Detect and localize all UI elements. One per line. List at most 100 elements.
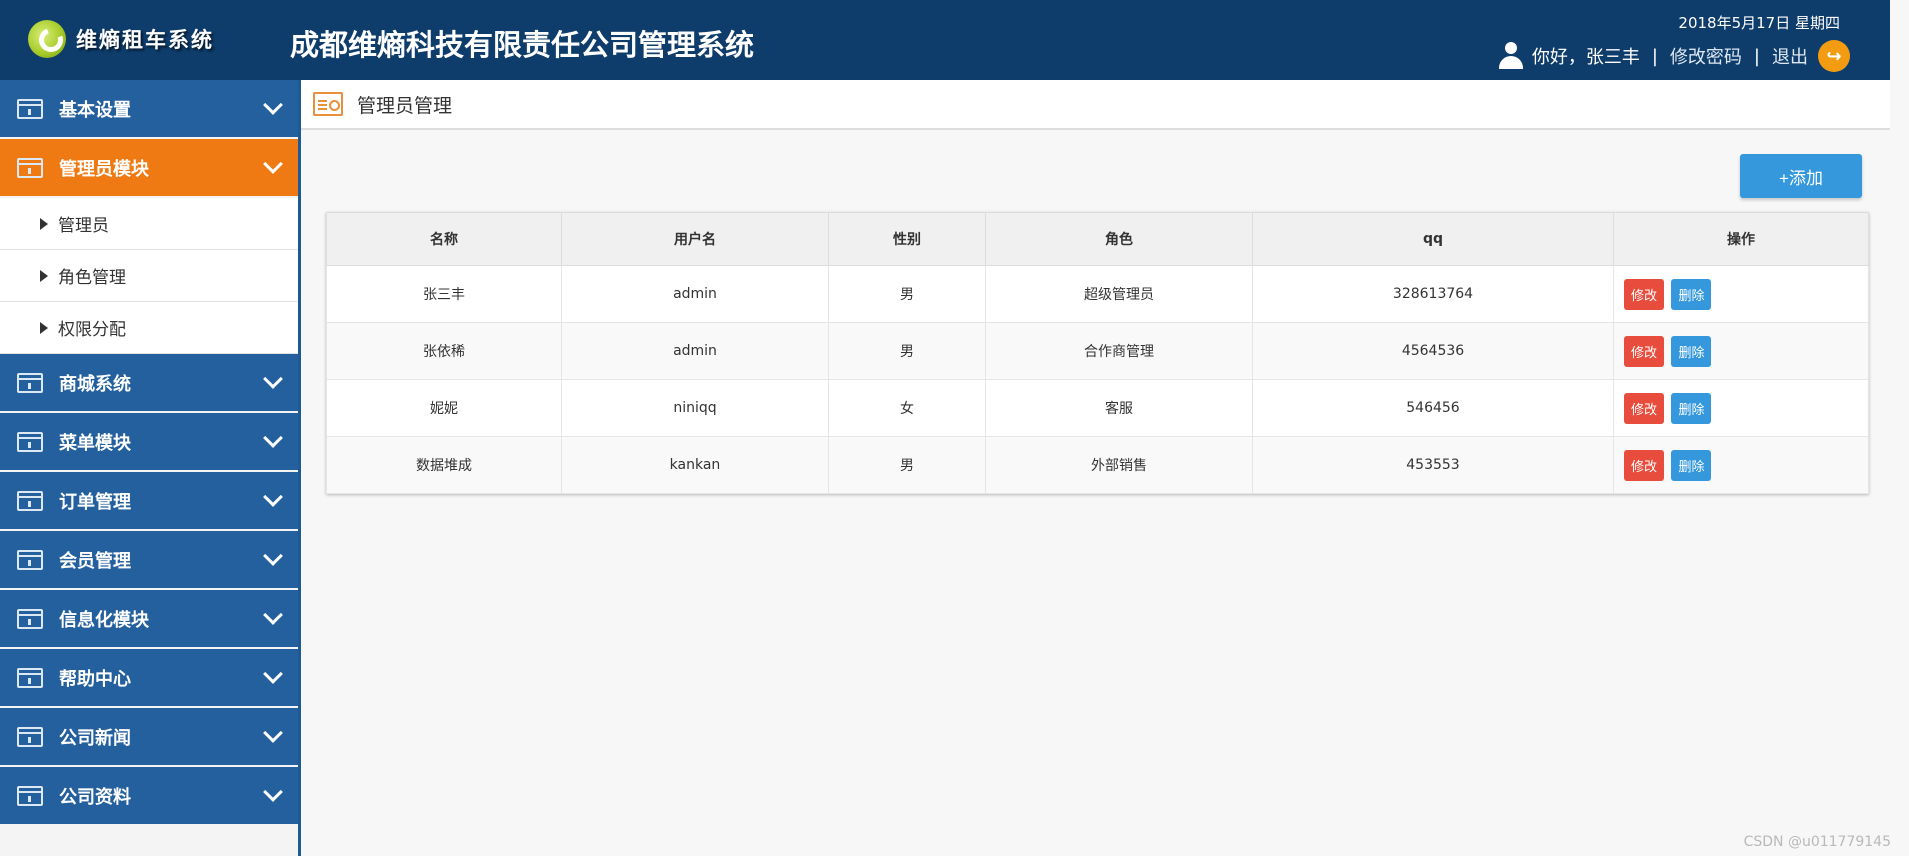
page-title: 管理员管理 xyxy=(357,94,453,117)
logout-icon[interactable]: ↪ xyxy=(1818,40,1850,72)
cell-name: 张依稀 xyxy=(326,322,562,380)
chevron-down-icon xyxy=(263,723,283,743)
menu-member-management[interactable]: 会员管理 xyxy=(0,531,298,588)
module-icon xyxy=(17,372,43,393)
edit-button[interactable]: 修改 xyxy=(1624,392,1665,424)
cell-name: 数据堆成 xyxy=(326,436,562,494)
logout-link[interactable]: 退出 xyxy=(1772,43,1808,69)
menu-menu-module[interactable]: 菜单模块 xyxy=(0,413,298,470)
column-header: 名称 xyxy=(326,212,562,266)
chevron-down-icon xyxy=(263,664,283,684)
manage-list-icon xyxy=(313,92,343,116)
menu-company-info[interactable]: 公司资料 xyxy=(0,767,298,824)
menu-label: 公司资料 xyxy=(59,786,131,808)
caret-right-icon xyxy=(40,321,48,334)
submenu-item-admin[interactable]: 管理员 xyxy=(0,198,298,250)
edit-button[interactable]: 修改 xyxy=(1624,335,1665,367)
module-icon xyxy=(17,667,43,688)
cell-role: 客服 xyxy=(985,379,1253,437)
logo: 维熵租车系统 xyxy=(28,20,214,58)
user-icon xyxy=(1498,42,1524,70)
module-icon xyxy=(17,431,43,452)
cell-gender: 女 xyxy=(828,379,986,437)
module-icon xyxy=(17,549,43,570)
menu-label: 会员管理 xyxy=(59,550,131,572)
cell-username: kankan xyxy=(561,436,829,494)
logo-text: 维熵租车系统 xyxy=(76,27,214,52)
edit-button[interactable]: 修改 xyxy=(1624,449,1665,481)
module-icon xyxy=(17,157,43,178)
chevron-down-icon xyxy=(263,154,283,174)
menu-label: 订单管理 xyxy=(59,491,131,513)
cell-qq: 328613764 xyxy=(1252,265,1614,323)
table-row: 妮妮 niniqq 女 客服 546456 修改 删除 xyxy=(326,379,1869,437)
delete-button[interactable]: 删除 xyxy=(1671,449,1712,481)
menu-label: 管理员模块 xyxy=(59,158,149,180)
module-icon xyxy=(17,726,43,747)
module-icon xyxy=(17,608,43,629)
cell-actions: 修改 删除 xyxy=(1613,265,1869,323)
add-button[interactable]: +添加 xyxy=(1740,154,1862,198)
menu-label: 帮助中心 xyxy=(59,668,131,690)
chevron-down-icon xyxy=(263,95,283,115)
admin-table: 名称 用户名 性别 角色 qq 操作 张三丰 admin 男 超级管理员 328… xyxy=(326,212,1869,494)
main-content: 管理员管理 +添加 名称 用户名 性别 角色 qq 操作 张三丰 admin 男… xyxy=(301,80,1890,856)
chevron-down-icon xyxy=(263,428,283,448)
cell-qq: 4564536 xyxy=(1252,322,1614,380)
cell-username: admin xyxy=(561,322,829,380)
chevron-down-icon xyxy=(263,487,283,507)
chevron-down-icon xyxy=(263,605,283,625)
delete-button[interactable]: 删除 xyxy=(1671,335,1712,367)
menu-basic-settings[interactable]: 基本设置 xyxy=(0,80,298,137)
separator: | xyxy=(1651,45,1658,67)
chevron-down-icon xyxy=(263,369,283,389)
logo-mark-icon xyxy=(28,20,66,58)
chevron-down-icon xyxy=(263,546,283,566)
current-date: 2018年5月17日 星期四 xyxy=(1678,14,1840,32)
submenu-item-permissions[interactable]: 权限分配 xyxy=(0,302,298,354)
watermark: CSDN @u011779145 xyxy=(1743,834,1891,850)
module-icon xyxy=(17,785,43,806)
chevron-down-icon xyxy=(263,782,283,802)
submenu-label: 角色管理 xyxy=(58,268,126,288)
system-title: 成都维熵科技有限责任公司管理系统 xyxy=(290,28,755,62)
submenu-label: 管理员 xyxy=(58,216,109,236)
menu-company-news[interactable]: 公司新闻 xyxy=(0,708,298,765)
user-greeting: 你好，张三丰 xyxy=(1531,47,1640,68)
submenu-label: 权限分配 xyxy=(58,320,126,340)
menu-order-management[interactable]: 订单管理 xyxy=(0,472,298,529)
module-icon xyxy=(17,98,43,119)
column-header: 角色 xyxy=(985,212,1253,266)
column-header: qq xyxy=(1252,212,1614,266)
cell-qq: 453553 xyxy=(1252,436,1614,494)
change-password-link[interactable]: 修改密码 xyxy=(1670,43,1742,69)
edit-button[interactable]: 修改 xyxy=(1624,278,1665,310)
sidebar: 基本设置 管理员模块 管理员 角色管理 权限分配 商城系统 菜单模块 订单管理 xyxy=(0,80,301,856)
module-icon xyxy=(17,490,43,511)
cell-name: 张三丰 xyxy=(326,265,562,323)
caret-right-icon xyxy=(40,269,48,282)
user-bar: 你好，张三丰 | 修改密码 | 退出 ↪ xyxy=(1498,40,1850,72)
cell-name: 妮妮 xyxy=(326,379,562,437)
delete-button[interactable]: 删除 xyxy=(1671,392,1712,424)
table-header-row: 名称 用户名 性别 角色 qq 操作 xyxy=(326,212,1869,266)
submenu-item-roles[interactable]: 角色管理 xyxy=(0,250,298,302)
cell-username: niniqq xyxy=(561,379,829,437)
table-row: 张依稀 admin 男 合作商管理 4564536 修改 删除 xyxy=(326,322,1869,380)
menu-mall-system[interactable]: 商城系统 xyxy=(0,354,298,411)
cell-role: 合作商管理 xyxy=(985,322,1253,380)
cell-role: 超级管理员 xyxy=(985,265,1253,323)
cell-gender: 男 xyxy=(828,436,986,494)
menu-label: 商城系统 xyxy=(59,373,131,395)
top-header: 维熵租车系统 成都维熵科技有限责任公司管理系统 2018年5月17日 星期四 你… xyxy=(0,0,1890,80)
cell-role: 外部销售 xyxy=(985,436,1253,494)
menu-admin-module[interactable]: 管理员模块 xyxy=(0,139,298,196)
admin-submenu: 管理员 角色管理 权限分配 xyxy=(0,198,298,354)
menu-informatization[interactable]: 信息化模块 xyxy=(0,590,298,647)
table-row: 张三丰 admin 男 超级管理员 328613764 修改 删除 xyxy=(326,265,1869,323)
menu-label: 基本设置 xyxy=(59,99,131,121)
delete-button[interactable]: 删除 xyxy=(1671,278,1712,310)
menu-help-center[interactable]: 帮助中心 xyxy=(0,649,298,706)
column-header: 用户名 xyxy=(561,212,829,266)
caret-right-icon xyxy=(40,217,48,230)
